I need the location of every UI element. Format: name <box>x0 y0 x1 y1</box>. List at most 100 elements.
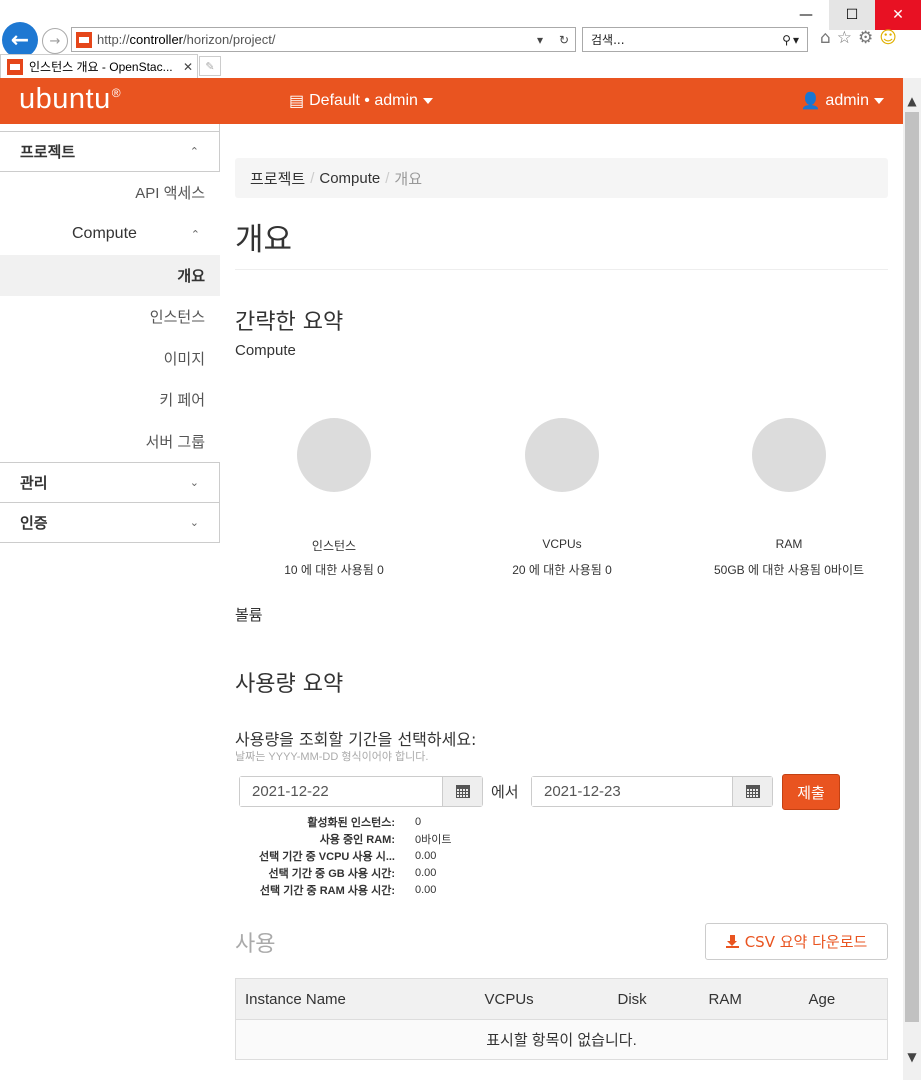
stat-row: 선택 기간 중 GB 사용 시간: 0.00 <box>235 864 451 881</box>
column-header-disk[interactable]: Disk <box>608 978 700 1020</box>
sidebar-item-server-groups[interactable]: 서버 그룹 <box>0 421 220 463</box>
compute-section-label: Compute <box>235 342 296 359</box>
start-date-group <box>239 776 483 807</box>
sidebar: 프로젝트 ⌃ API 액세스 Compute ⌃ 개요 인스턴스 이미지 키 페… <box>0 124 220 543</box>
caret-down-icon <box>422 98 433 104</box>
chevron-down-icon: ⌄ <box>189 516 199 529</box>
ram-quota-pie <box>752 418 826 492</box>
stat-key: 활성화된 인스턴스: <box>307 816 395 829</box>
usage-table-heading: 사용 <box>235 932 276 957</box>
stat-value: 0.00 <box>415 883 437 896</box>
browser-search-input[interactable]: 검색... ⚲ ▾ <box>582 27 808 52</box>
stat-value: 0바이트 <box>415 833 452 846</box>
stat-value: 0 <box>415 815 422 828</box>
user-menu-label: admin <box>825 92 869 109</box>
usage-summary-heading: 사용량 요약 <box>235 672 344 697</box>
breadcrumb-item-overview: 개요 <box>394 170 423 188</box>
scroll-thumb[interactable] <box>905 112 919 1022</box>
page-scrollbar[interactable]: ▲ ▼ <box>903 78 921 1080</box>
sidebar-group-compute[interactable]: Compute ⌃ <box>0 214 220 255</box>
search-dropdown-icon[interactable]: ▾ <box>793 33 799 47</box>
sidebar-section-project[interactable]: 프로젝트 ⌃ <box>0 132 220 172</box>
refresh-icon[interactable]: ↻ <box>559 33 569 47</box>
start-date-input[interactable] <box>240 777 442 806</box>
feedback-smiley-icon[interactable]: ☺ <box>879 28 897 48</box>
period-select-label: 사용량을 조회할 기간을 선택하세요: <box>235 730 477 749</box>
scroll-down-icon[interactable]: ▼ <box>903 1048 921 1066</box>
table-row: 표시할 항목이 없습니다. <box>235 1019 888 1060</box>
stat-row: 활성화된 인스턴스: 0 <box>235 813 451 830</box>
csv-download-label: CSV 요약 다운로드 <box>744 933 868 951</box>
calendar-icon <box>455 785 470 798</box>
column-header-ram[interactable]: RAM <box>699 978 800 1020</box>
instances-quota-pie <box>297 418 371 492</box>
ubuntu-logo[interactable]: ubuntu® <box>19 83 121 116</box>
arrow-left-icon: ← <box>10 27 30 53</box>
url-text[interactable]: http://controller/horizon/project/ <box>97 32 537 47</box>
stat-value: 0.00 <box>415 849 437 862</box>
sidebar-section-identity[interactable]: 인증 ⌄ <box>0 503 220 543</box>
start-date-picker-button[interactable] <box>442 777 482 806</box>
maximize-button[interactable]: ☐ <box>829 0 875 30</box>
vcpus-quota-pie <box>525 418 599 492</box>
stat-key: 선택 기간 중 RAM 사용 시간: <box>259 884 395 897</box>
stat-value: 0.00 <box>415 866 437 879</box>
openstack-favicon-icon <box>76 31 92 48</box>
project-selector-dropdown[interactable]: ▤ Default • admin <box>289 91 433 111</box>
home-icon[interactable]: ⌂ <box>820 28 831 48</box>
user-menu-dropdown[interactable]: 👤 admin <box>800 91 884 111</box>
title-divider <box>235 269 888 270</box>
sidebar-item-overview[interactable]: 개요 <box>0 254 220 296</box>
column-header-age[interactable]: Age <box>799 978 888 1020</box>
quota-used-instances: 10 에 대한 사용됨 0 <box>284 563 384 577</box>
sidebar-item-key-pairs[interactable]: 키 페어 <box>0 379 220 421</box>
sidebar-top-stub <box>0 124 220 132</box>
url-prefix: http:// <box>97 32 130 47</box>
tab-title: 인스턴스 개요 - OpenStac... <box>29 60 173 74</box>
end-date-input[interactable] <box>532 777 732 806</box>
stat-row: 선택 기간 중 VCPU 사용 시... 0.00 <box>235 847 451 864</box>
breadcrumb: 프로젝트 / Compute / 개요 <box>235 158 888 198</box>
logo-text: ubuntu <box>19 83 111 115</box>
csv-download-button[interactable]: CSV 요약 다운로드 <box>705 923 888 960</box>
stat-key: 선택 기간 중 GB 사용 시간: <box>268 867 395 880</box>
scroll-up-icon[interactable]: ▲ <box>903 92 921 110</box>
end-date-picker-button[interactable] <box>732 777 772 806</box>
close-window-button[interactable]: ✕ <box>875 0 921 30</box>
user-icon: 👤 <box>800 93 821 110</box>
sidebar-section-admin[interactable]: 관리 ⌄ <box>0 463 220 503</box>
end-date-group <box>531 776 773 807</box>
openstack-favicon-icon <box>7 58 23 75</box>
breadcrumb-item-project[interactable]: 프로젝트 <box>250 168 305 189</box>
project-list-icon: ▤ <box>289 93 305 110</box>
sidebar-item-api-access[interactable]: API 액세스 <box>0 172 220 214</box>
browser-tab-active[interactable]: 인스턴스 개요 - OpenStac... ✕ <box>0 54 198 78</box>
favorites-star-icon[interactable]: ☆ <box>837 28 852 48</box>
sidebar-item-images[interactable]: 이미지 <box>0 338 220 380</box>
url-dropdown-icon[interactable]: ▾ <box>537 33 543 47</box>
address-bar[interactable]: http://controller/horizon/project/ ▾ ↻ <box>71 27 576 52</box>
submit-button[interactable]: 제출 <box>782 774 840 810</box>
browser-chrome: — ☐ ✕ ← → http://controller/horizon/proj… <box>0 0 921 78</box>
download-icon <box>725 935 739 948</box>
column-header-instance-name[interactable]: Instance Name <box>235 978 476 1020</box>
chevron-down-icon: ⌄ <box>189 476 199 489</box>
tab-close-icon[interactable]: ✕ <box>183 60 197 74</box>
usage-table: Instance Name VCPUs Disk RAM Age 표시할 항목이… <box>235 978 888 1060</box>
breadcrumb-separator: / <box>310 169 315 187</box>
stat-key: 사용 중인 RAM: <box>319 833 395 846</box>
back-button[interactable]: ← <box>2 22 38 58</box>
forward-button[interactable]: → <box>42 28 68 54</box>
minimize-button[interactable]: — <box>783 0 829 30</box>
new-tab-button[interactable]: ✎ <box>199 56 221 76</box>
sidebar-item-instances[interactable]: 인스턴스 <box>0 296 220 338</box>
settings-gear-icon[interactable]: ⚙ <box>858 28 873 48</box>
stat-row: 사용 중인 RAM: 0바이트 <box>235 830 452 847</box>
column-header-vcpus[interactable]: VCPUs <box>475 978 609 1020</box>
url-path: /horizon/project/ <box>183 32 276 47</box>
sidebar-group-label: Compute <box>72 225 137 242</box>
breadcrumb-item-compute[interactable]: Compute <box>319 170 380 187</box>
quota-label-vcpus: VCPUs <box>542 537 582 551</box>
search-icon[interactable]: ⚲ <box>782 33 791 47</box>
quota-used-ram: 50GB 에 대한 사용됨 0바이트 <box>713 563 865 577</box>
